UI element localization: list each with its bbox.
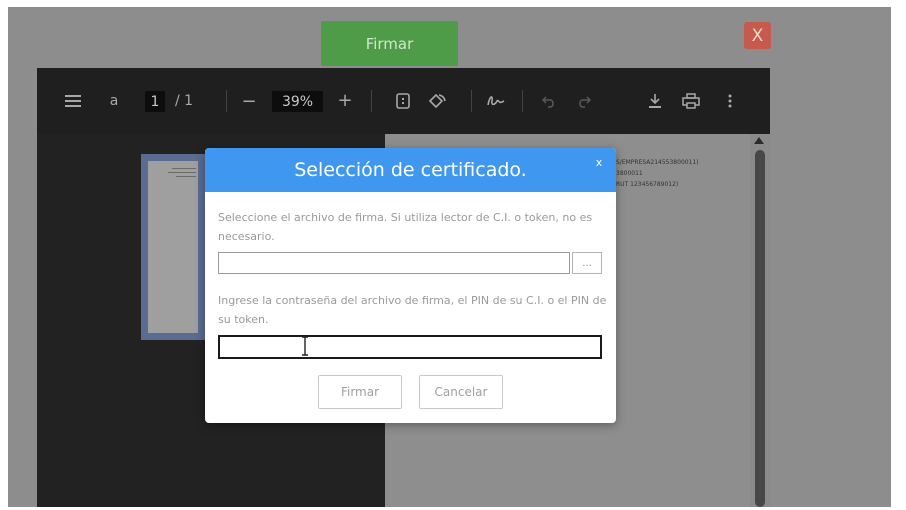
text-cursor-icon xyxy=(302,336,308,356)
toolbar-divider xyxy=(522,90,523,112)
thumbnail-text-line xyxy=(172,168,196,169)
file-path-input[interactable] xyxy=(218,252,570,274)
zoom-level[interactable]: 39% xyxy=(272,91,323,112)
toolbar-divider xyxy=(471,90,472,112)
password-label: Ingrese la contraseña del archivo de fir… xyxy=(218,294,607,326)
document-text-line: 3800011 xyxy=(616,170,643,177)
document-text-line: RUT 123456789012) xyxy=(616,181,679,188)
menu-icon[interactable] xyxy=(64,90,82,112)
thumbnail-text-line xyxy=(176,176,196,177)
dialog-cancel-button[interactable]: Cancelar xyxy=(419,375,503,409)
dialog-title: Selección de certificado. xyxy=(205,148,616,192)
scroll-up-arrow[interactable] xyxy=(754,137,764,144)
document-text-line: S/EMPRESA214553800011) xyxy=(616,159,699,166)
rotate-icon[interactable] xyxy=(426,90,448,112)
text-tool-button[interactable]: a xyxy=(107,90,121,112)
redo-icon[interactable] xyxy=(574,90,594,112)
dialog-sign-button[interactable]: Firmar xyxy=(318,375,402,409)
browse-button[interactable]: ... xyxy=(572,252,602,274)
zoom-out-button[interactable]: − xyxy=(240,90,258,112)
thumbnail-text-line xyxy=(168,172,196,173)
print-icon[interactable] xyxy=(680,90,702,112)
password-input[interactable] xyxy=(218,335,602,359)
undo-icon[interactable] xyxy=(539,90,559,112)
zoom-in-button[interactable]: + xyxy=(336,89,354,111)
dialog-close-button[interactable]: x xyxy=(592,155,606,169)
scrollbar-thumb[interactable] xyxy=(755,150,765,507)
toolbar-divider xyxy=(371,90,372,112)
toolbar-divider xyxy=(226,90,227,112)
fit-page-icon[interactable] xyxy=(394,90,412,112)
sign-button[interactable]: Firmar xyxy=(321,21,458,66)
file-label: Seleccione el archivo de firma. Si utili… xyxy=(218,211,593,243)
certificate-dialog: Selección de certificado. x Seleccione e… xyxy=(205,148,616,423)
thumbnail-page xyxy=(148,161,198,333)
page-count: / 1 xyxy=(174,93,194,109)
download-icon[interactable] xyxy=(645,90,665,112)
page-number-input[interactable]: 1 xyxy=(145,91,165,112)
more-options-icon[interactable] xyxy=(723,90,737,112)
close-button[interactable]: X xyxy=(744,22,771,49)
signature-icon[interactable] xyxy=(485,90,507,112)
